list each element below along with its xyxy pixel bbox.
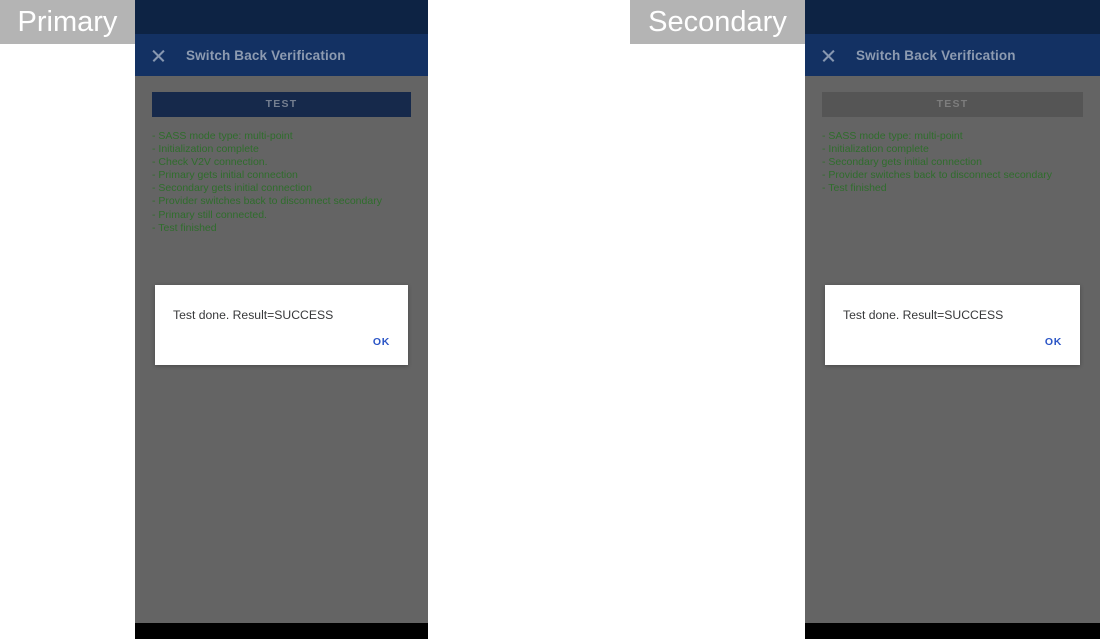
app-bar-primary: Switch Back Verification bbox=[135, 34, 428, 76]
log-output-primary: - SASS mode type: multi-point - Initiali… bbox=[152, 130, 411, 235]
alert-dialog-secondary: Test done. Result=SUCCESS OK bbox=[825, 285, 1080, 365]
log-line: - Test finished bbox=[152, 221, 217, 234]
test-button[interactable]: TEST bbox=[152, 92, 411, 117]
device-screenshot-secondary: Switch Back Verification TEST - SASS mod… bbox=[805, 0, 1100, 639]
log-output-secondary: - SASS mode type: multi-point - Initiali… bbox=[822, 130, 1083, 195]
close-icon[interactable] bbox=[821, 48, 836, 63]
alert-dialog-primary: Test done. Result=SUCCESS OK bbox=[155, 285, 408, 365]
device-screenshot-primary: Switch Back Verification TEST - SASS mod… bbox=[135, 0, 428, 639]
log-line: - Provider switches back to disconnect s… bbox=[822, 169, 1052, 182]
log-line: - SASS mode type: multi-point bbox=[822, 130, 963, 142]
panel-label-primary: Primary bbox=[0, 0, 135, 44]
navigation-bar-primary bbox=[135, 623, 428, 639]
log-line: - Secondary gets initial connection bbox=[152, 182, 312, 195]
content-area-primary: TEST - SASS mode type: multi-point - Ini… bbox=[135, 92, 428, 632]
status-bar-primary bbox=[135, 0, 428, 34]
close-icon[interactable] bbox=[151, 48, 166, 63]
content-area-secondary: TEST - SASS mode type: multi-point - Ini… bbox=[805, 92, 1100, 632]
log-line: - Secondary gets initial connection bbox=[822, 156, 982, 169]
panel-label-secondary: Secondary bbox=[630, 0, 805, 44]
log-line: - Provider switches back to disconnect s… bbox=[152, 195, 382, 208]
app-bar-secondary: Switch Back Verification bbox=[805, 34, 1100, 76]
dialog-ok-button[interactable]: OK bbox=[1045, 336, 1062, 348]
navigation-bar-secondary bbox=[805, 623, 1100, 639]
log-line: - Initialization complete bbox=[152, 143, 259, 156]
dialog-actions: OK bbox=[825, 322, 1080, 365]
dialog-message: Test done. Result=SUCCESS bbox=[173, 308, 334, 322]
log-line: - SASS mode type: multi-point bbox=[152, 130, 293, 142]
log-line: - Initialization complete bbox=[822, 143, 929, 156]
test-button[interactable]: TEST bbox=[822, 92, 1083, 117]
app-bar-title: Switch Back Verification bbox=[186, 47, 346, 63]
log-line: - Primary still connected. bbox=[152, 208, 267, 221]
log-line: - Test finished bbox=[822, 182, 887, 195]
app-bar-title: Switch Back Verification bbox=[856, 47, 1016, 63]
dialog-actions: OK bbox=[155, 322, 408, 365]
log-line: - Primary gets initial connection bbox=[152, 169, 298, 182]
dialog-message: Test done. Result=SUCCESS bbox=[843, 308, 1004, 322]
dialog-ok-button[interactable]: OK bbox=[373, 336, 390, 348]
status-bar-secondary bbox=[805, 0, 1100, 34]
log-line: - Check V2V connection. bbox=[152, 156, 268, 169]
